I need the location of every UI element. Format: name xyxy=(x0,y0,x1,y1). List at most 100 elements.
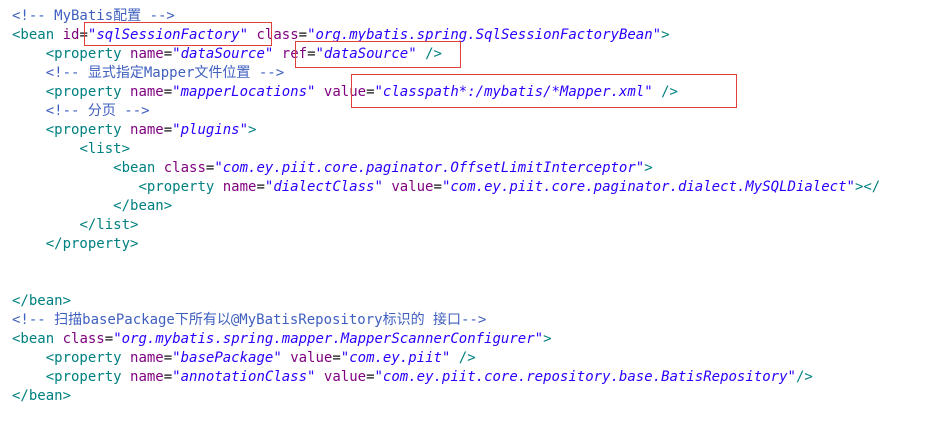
code-token-tag: </list> xyxy=(79,217,139,233)
code-token-val: "mapperLocations" xyxy=(172,84,316,100)
code-line: <property name="dataSource" ref="dataSou… xyxy=(12,45,442,64)
code-token-eq: = xyxy=(163,122,173,138)
code-token-eq: = xyxy=(366,84,375,100)
code-token-comment: <!-- 显式指定Mapper文件位置 --> xyxy=(45,65,285,81)
code-line: </bean> xyxy=(12,292,71,311)
code-line: <bean class="org.mybatis.spring.mapper.M… xyxy=(12,330,552,349)
code-token-attr: class xyxy=(62,331,105,347)
code-token-attr: name xyxy=(222,179,257,195)
code-token-tag: <property xyxy=(138,179,215,195)
code-token-comment: <!-- 分页 --> xyxy=(45,103,150,119)
code-token-punct: /> xyxy=(661,84,678,100)
code-token-attr: ref xyxy=(281,46,308,62)
code-line: <list> xyxy=(12,140,130,159)
code-token-punct: /> xyxy=(425,46,442,62)
code-line: <property name="mapperLocations" value="… xyxy=(12,83,678,102)
code-token-eq: = xyxy=(163,46,173,62)
code-token-eq: = xyxy=(104,331,114,347)
code-token-tag: <list> xyxy=(79,141,131,157)
code-token-attr: id xyxy=(62,27,80,43)
code-token-val: "dialectClass" xyxy=(264,179,383,195)
code-token-attr: value xyxy=(391,179,434,195)
code-token-comment: <!-- MyBatis配置 --> xyxy=(12,8,175,24)
code-token-val: "basePackage" xyxy=(172,350,282,366)
code-token-eq: = xyxy=(256,179,265,195)
code-line: <!-- MyBatis配置 --> xyxy=(12,7,175,26)
code-token-eq: = xyxy=(163,369,173,385)
code-token-eq: = xyxy=(307,46,316,62)
code-token-tag: <property xyxy=(45,369,122,385)
code-token-tag: <property xyxy=(45,350,122,366)
code-token-comment: <!-- 扫描basePackage下所有以@MyBatisRepository… xyxy=(12,312,487,328)
code-line: </list> xyxy=(12,216,138,235)
code-token-tag: <property xyxy=(45,84,122,100)
code-line: <bean class="com.ey.piit.core.paginator.… xyxy=(12,159,653,178)
code-token-eq: = xyxy=(366,369,375,385)
code-token-val: "org.mybatis.spring.SqlSessionFactoryBea… xyxy=(307,27,662,43)
code-token-val: "com.ey.piit.core.repository.base.BatisR… xyxy=(374,369,796,385)
code-line: <property name="plugins"> xyxy=(12,121,257,140)
code-token-attr: name xyxy=(130,46,164,62)
code-token-punct: > xyxy=(661,27,670,43)
code-line: <!-- 分页 --> xyxy=(12,102,150,121)
code-token-tag: <property xyxy=(45,46,122,62)
code-token-punct: > xyxy=(644,160,653,176)
code-token-attr: class xyxy=(163,160,206,176)
code-line: <bean id="sqlSessionFactory" class="org.… xyxy=(12,26,670,45)
code-token-eq: = xyxy=(433,179,442,195)
code-token-val: "com.ey.piit.core.paginator.OffsetLimitI… xyxy=(214,160,645,176)
code-token-eq: = xyxy=(298,27,308,43)
code-token-attr: value xyxy=(323,369,367,385)
code-token-val: "com.ey.piit.core.paginator.dialect.MySQ… xyxy=(441,179,855,195)
code-token-val: "org.mybatis.spring.mapper.MapperScanner… xyxy=(113,331,544,347)
code-token-attr: value xyxy=(323,84,367,100)
code-token-tag: <bean xyxy=(12,27,55,43)
code-token-eq: = xyxy=(332,350,341,366)
code-line: </bean> xyxy=(12,197,172,216)
code-line: <property name="basePackage" value="com.… xyxy=(12,349,476,368)
code-editor[interactable]: <!-- MyBatis配置 --> <bean id = "sqlSessionFa… xyxy=(0,0,934,428)
code-token-punct: ></ xyxy=(854,179,881,195)
code-token-tag: </bean> xyxy=(113,198,173,214)
code-token-tag: <property xyxy=(45,122,122,138)
code-token-punct: /> xyxy=(795,369,813,385)
code-line: </bean> xyxy=(12,387,71,406)
code-token-punct: > xyxy=(248,122,257,138)
code-token-attr: value xyxy=(290,350,333,366)
code-token-val: "annotationClass" xyxy=(172,369,316,385)
code-token-val: "dataSource" xyxy=(315,46,417,62)
code-line: <!-- 扫描basePackage下所有以@MyBatisRepository… xyxy=(12,311,486,330)
code-token-attr: name xyxy=(130,122,164,138)
code-line: <property name="annotationClass" value="… xyxy=(12,368,813,387)
code-token-val: "sqlSessionFactory" xyxy=(87,27,249,43)
code-token-eq: = xyxy=(163,84,173,100)
code-token-tag: </bean> xyxy=(12,388,72,404)
code-line: <!-- 显式指定Mapper文件位置 --> xyxy=(12,64,284,83)
code-token-val: "plugins" xyxy=(172,122,249,138)
code-token-tag: <bean xyxy=(113,160,156,176)
